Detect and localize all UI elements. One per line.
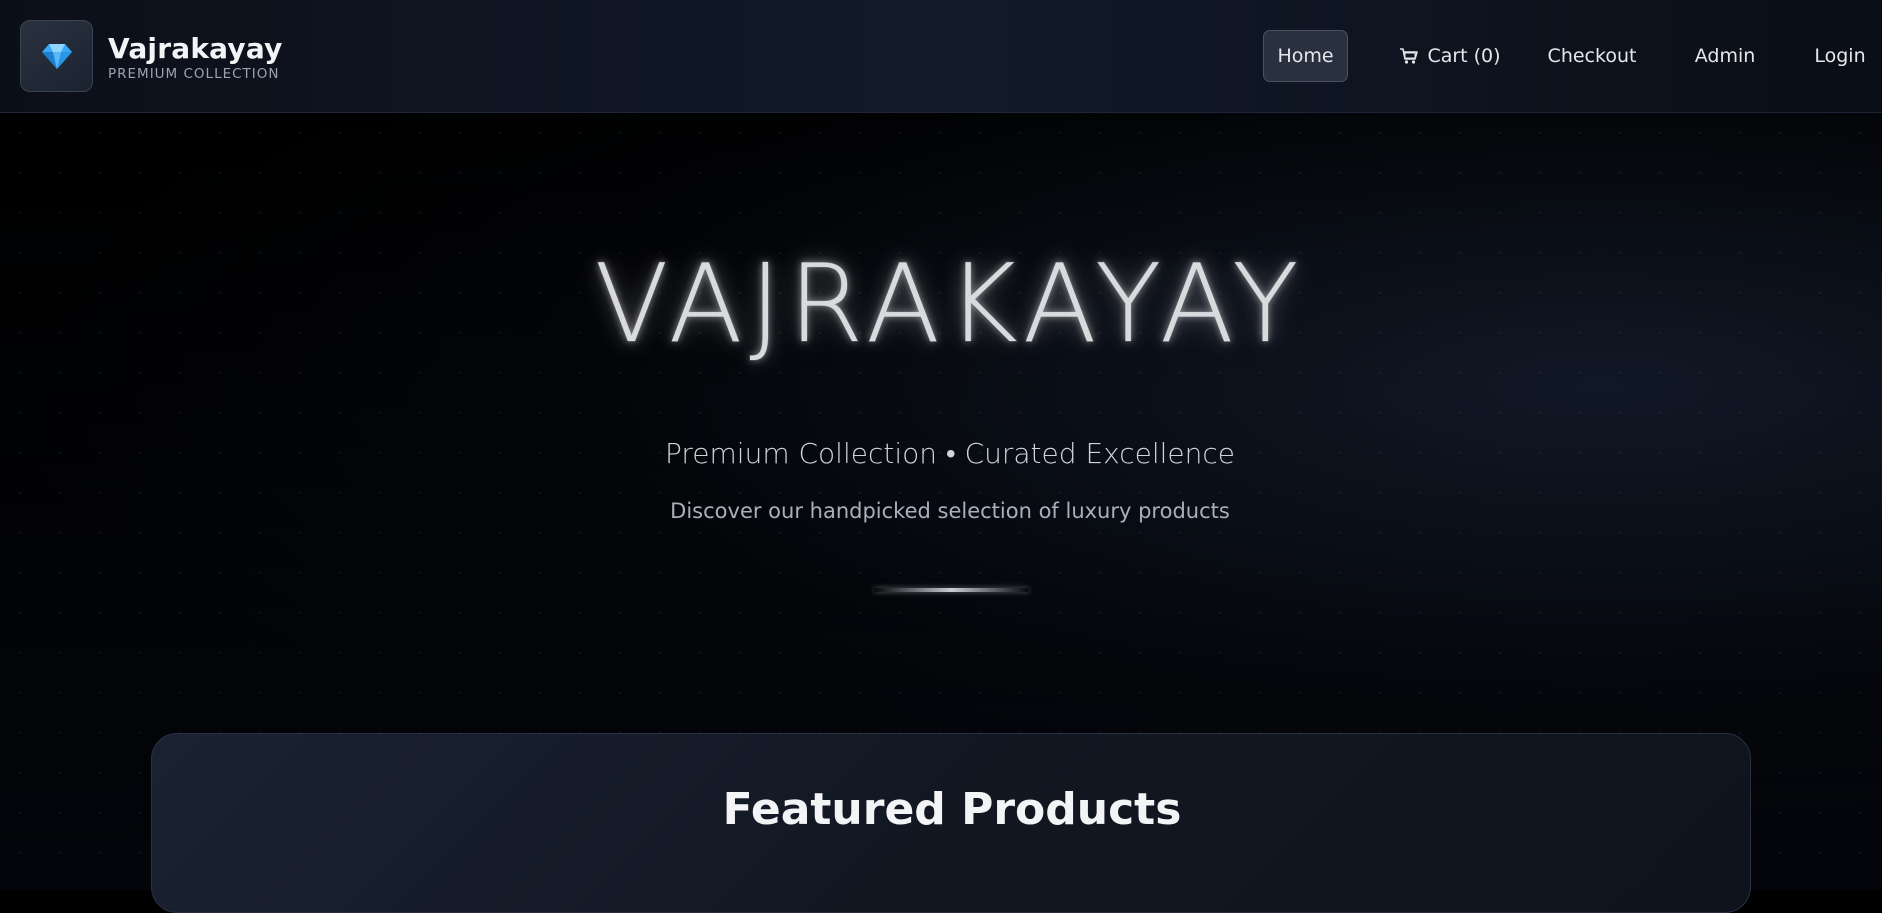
hero-tagline: Premium Collection • Curated Excellence bbox=[665, 437, 1235, 470]
brand-name[interactable]: Vajrakayay bbox=[108, 33, 283, 65]
nav-home-link[interactable]: Home bbox=[1263, 30, 1348, 82]
nav-cart-link[interactable]: Cart (0) bbox=[1390, 30, 1510, 82]
nav-login-link[interactable]: Login bbox=[1812, 30, 1868, 82]
top-navbar: Vajrakayay PREMIUM COLLECTION Home Cart … bbox=[0, 0, 1882, 113]
nav-login-label: Login bbox=[1814, 45, 1866, 67]
hero-description: Discover our handpicked selection of lux… bbox=[670, 499, 1230, 523]
brand-subtitle: PREMIUM COLLECTION bbox=[108, 66, 280, 82]
hero-title: VAJRAKAYAY bbox=[594, 242, 1306, 368]
nav-checkout-label: Checkout bbox=[1547, 45, 1637, 67]
nav-checkout-link[interactable]: Checkout bbox=[1545, 30, 1639, 82]
cart-icon bbox=[1400, 48, 1419, 64]
diamond-icon bbox=[41, 44, 72, 69]
featured-products-panel: Featured Products bbox=[151, 733, 1751, 913]
nav-cart-label: Cart (0) bbox=[1427, 45, 1501, 67]
hero-divider bbox=[874, 588, 1029, 592]
nav-admin-link[interactable]: Admin bbox=[1690, 30, 1760, 82]
nav-admin-label: Admin bbox=[1694, 45, 1756, 67]
featured-products-title: Featured Products bbox=[722, 784, 1182, 835]
nav-home-label: Home bbox=[1277, 45, 1334, 67]
brand-logo[interactable] bbox=[20, 20, 93, 92]
